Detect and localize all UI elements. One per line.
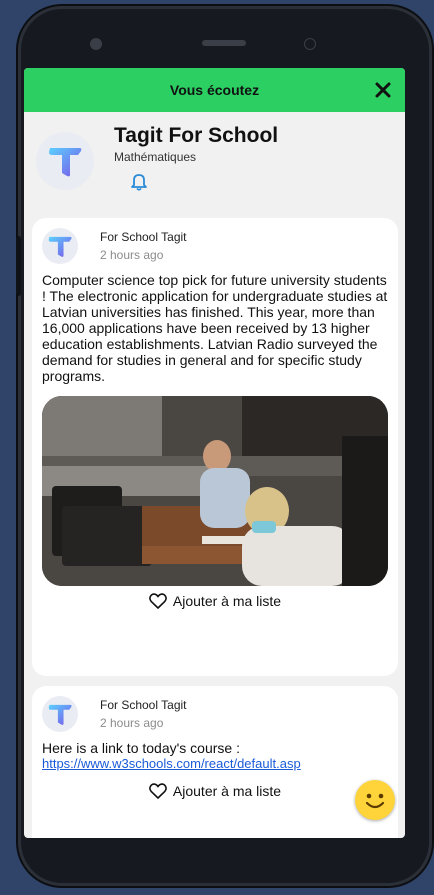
post-text: Computer science top pick for future uni…: [42, 272, 388, 384]
channel-title: Tagit For School: [114, 124, 279, 147]
post-header: For School Tagit 2 hours ago: [32, 686, 398, 740]
add-to-list-label: Ajouter à ma liste: [172, 593, 282, 609]
classroom-photo: [42, 396, 388, 586]
heart-icon: [149, 593, 167, 609]
heart-icon: [149, 783, 167, 799]
post-card: For School Tagit 2 hours ago Computer sc…: [32, 218, 398, 676]
avatar: [42, 228, 78, 264]
app-screen: Vous écoutez Tagit For School Mathématiq…: [24, 68, 405, 838]
post-author: For School Tagit: [100, 230, 187, 244]
close-icon: [375, 82, 391, 98]
front-camera: [90, 38, 102, 50]
post-text: Here is a link to today's course :: [42, 740, 240, 756]
tagit-logo-icon: [48, 704, 72, 725]
speaker-grille: [202, 40, 246, 46]
channel-header: Tagit For School Mathématiques: [24, 112, 405, 210]
tagit-logo-icon: [49, 148, 82, 177]
add-to-list-button[interactable]: Ajouter à ma liste: [32, 776, 398, 806]
tagit-logo-icon: [48, 236, 72, 257]
close-button[interactable]: [369, 76, 397, 104]
channel-subtitle: Mathématiques: [114, 150, 197, 164]
emoji-reaction-button[interactable]: [355, 780, 395, 820]
add-to-list-button[interactable]: Ajouter à ma liste: [32, 586, 398, 616]
post-header: For School Tagit 2 hours ago: [32, 218, 398, 272]
phone-bottom-bezel: [24, 838, 405, 876]
post-image: [42, 396, 388, 586]
notification-bell-button[interactable]: [128, 170, 150, 192]
topbar-title: Vous écoutez: [169, 82, 260, 98]
smiley-icon: [359, 784, 391, 816]
post-card: For School Tagit 2 hours ago Here is a l…: [32, 686, 398, 838]
post-time: 2 hours ago: [100, 248, 164, 262]
avatar: [42, 696, 78, 732]
phone-side-button: [16, 236, 21, 296]
course-link[interactable]: https://www.w3schools.com/react/default.…: [32, 756, 398, 772]
add-to-list-label: Ajouter à ma liste: [172, 783, 282, 799]
channel-logo: [36, 132, 94, 190]
sensor: [304, 38, 316, 50]
now-listening-bar: Vous écoutez: [24, 68, 405, 112]
post-time: 2 hours ago: [100, 716, 164, 730]
post-author: For School Tagit: [100, 698, 187, 712]
bell-icon: [131, 174, 147, 191]
